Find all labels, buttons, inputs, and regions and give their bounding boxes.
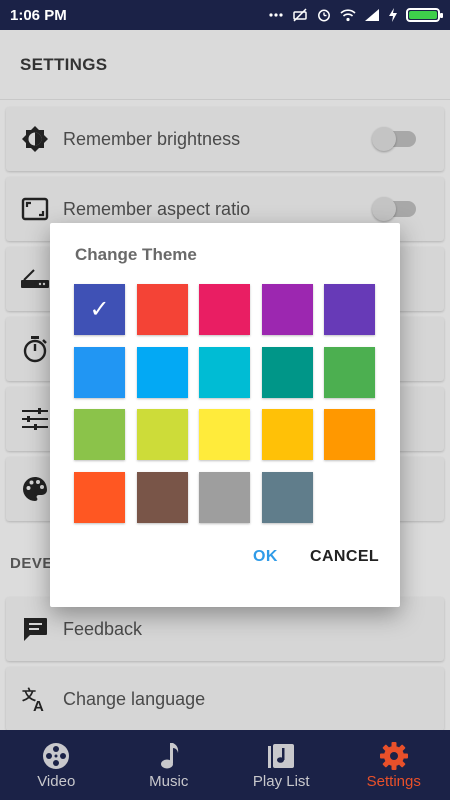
color-swatch[interactable] bbox=[74, 346, 125, 398]
color-swatch[interactable] bbox=[324, 284, 375, 335]
wifi-icon bbox=[340, 9, 356, 22]
nav-label: Music bbox=[149, 772, 189, 790]
color-swatch[interactable] bbox=[136, 346, 188, 398]
cancel-button[interactable]: CANCEL bbox=[310, 548, 379, 566]
color-swatch[interactable] bbox=[136, 409, 188, 460]
color-swatch[interactable]: ✓ bbox=[74, 284, 125, 335]
ok-button[interactable]: OK bbox=[253, 548, 278, 566]
color-swatch[interactable] bbox=[136, 471, 188, 523]
gear-icon bbox=[379, 741, 409, 771]
nav-label: Settings bbox=[366, 772, 421, 790]
mute-icon bbox=[293, 8, 307, 22]
bottom-navigation: Video Music Play List Settings bbox=[0, 730, 450, 800]
playlist-icon bbox=[266, 741, 296, 771]
nav-settings[interactable]: Settings bbox=[338, 730, 450, 800]
change-theme-dialog: Change Theme ✓ OK CANCEL bbox=[50, 223, 400, 607]
alarm-icon bbox=[318, 9, 330, 22]
color-swatch[interactable] bbox=[199, 346, 250, 398]
color-swatch[interactable] bbox=[199, 409, 250, 460]
status-time: 1:06 PM bbox=[10, 6, 67, 24]
battery-icon bbox=[406, 8, 443, 22]
color-swatch[interactable] bbox=[261, 409, 313, 460]
nav-video[interactable]: Video bbox=[0, 730, 113, 800]
color-swatch[interactable] bbox=[199, 284, 250, 335]
status-bar: 1:06 PM bbox=[0, 0, 450, 30]
color-swatch[interactable] bbox=[324, 346, 375, 398]
nav-playlist[interactable]: Play List bbox=[225, 730, 338, 800]
film-reel-icon bbox=[41, 741, 71, 771]
nav-music[interactable]: Music bbox=[113, 730, 226, 800]
color-swatch[interactable] bbox=[74, 409, 125, 460]
music-note-icon bbox=[154, 741, 184, 771]
color-swatch[interactable] bbox=[136, 284, 188, 335]
color-swatch[interactable] bbox=[324, 409, 375, 460]
color-swatch[interactable] bbox=[199, 471, 250, 523]
nav-label: Play List bbox=[252, 772, 310, 790]
color-swatch[interactable] bbox=[261, 346, 313, 398]
check-icon: ✓ bbox=[89, 296, 110, 323]
signal-dots-icon bbox=[269, 13, 283, 17]
status-icons bbox=[268, 8, 443, 22]
charging-icon bbox=[389, 8, 397, 22]
dialog-title: Change Theme bbox=[75, 245, 197, 264]
color-swatch[interactable] bbox=[261, 284, 313, 335]
color-swatch[interactable] bbox=[261, 471, 313, 523]
color-swatch[interactable] bbox=[74, 471, 125, 523]
nav-label: Video bbox=[37, 772, 76, 790]
cell-signal-icon bbox=[365, 9, 379, 21]
